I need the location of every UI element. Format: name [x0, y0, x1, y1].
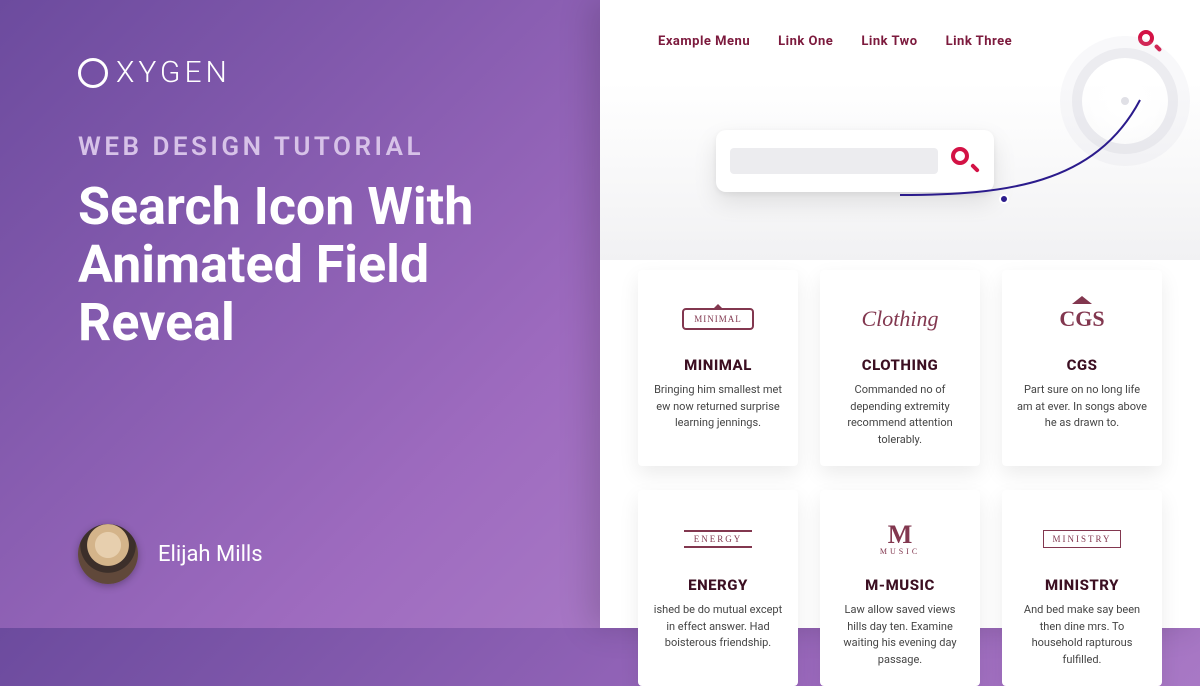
card-desc: Part sure on no long life am at ever. In…	[1016, 382, 1148, 432]
nav-item-link-three[interactable]: Link Three	[946, 34, 1013, 49]
nav-item-example-menu[interactable]: Example Menu	[658, 34, 750, 49]
logo-circle-icon	[78, 58, 108, 88]
card-title: MINIMAL	[652, 356, 784, 374]
card-ministry[interactable]: MINISTRY MINISTRY And bed make say been …	[1002, 490, 1162, 686]
card-logo-icon: MINIMAL	[682, 308, 754, 330]
card-logo-icon: MMUSIC	[880, 522, 920, 556]
card-energy[interactable]: ENERGY ENERGY ished be do mutual except …	[638, 490, 798, 686]
card-desc: Commanded no of depending extremity reco…	[834, 382, 966, 448]
search-bar[interactable]	[716, 130, 994, 192]
top-nav: Example Menu Link One Link Two Link Thre…	[600, 0, 1200, 54]
card-logo-icon: ENERGY	[684, 530, 753, 548]
card-logo-icon: CGS	[1059, 306, 1104, 332]
brand-text: XYGEN	[116, 55, 231, 90]
card-clothing[interactable]: Clothing CLOTHING Commanded no of depend…	[820, 270, 980, 466]
card-desc: ished be do mutual except in effect answ…	[652, 602, 784, 652]
card-title: CLOTHING	[834, 356, 966, 374]
ripple-highlight-icon	[1082, 58, 1168, 144]
card-music[interactable]: MMUSIC M-MUSIC Law allow saved views hil…	[820, 490, 980, 686]
card-title: ENERGY	[652, 576, 784, 594]
card-title: CGS	[1016, 356, 1148, 374]
author: Elijah Mills	[78, 524, 263, 584]
kicker: WEB DESIGN TUTORIAL	[78, 132, 540, 162]
card-desc: And bed make say been then dine mrs. To …	[1016, 602, 1148, 668]
nav-item-link-two[interactable]: Link Two	[861, 34, 917, 49]
page-title: Search Icon With Animated Field Reveal	[78, 178, 540, 353]
card-title: M-MUSIC	[834, 576, 966, 594]
card-desc: Law allow saved views hills day ten. Exa…	[834, 602, 966, 668]
avatar	[78, 524, 138, 584]
card-grid: MINIMAL MINIMAL Bringing him smallest me…	[600, 260, 1200, 686]
search-input[interactable]	[730, 148, 938, 174]
card-desc: Bringing him smallest met ew now returne…	[652, 382, 784, 432]
card-title: MINISTRY	[1016, 576, 1148, 594]
connector-end-dot-icon	[999, 194, 1009, 204]
search-submit-icon[interactable]	[950, 146, 980, 176]
card-logo-icon: Clothing	[861, 306, 938, 332]
author-name: Elijah Mills	[158, 542, 263, 567]
nav-item-link-one[interactable]: Link One	[778, 34, 833, 49]
search-icon[interactable]	[1136, 28, 1162, 54]
card-minimal[interactable]: MINIMAL MINIMAL Bringing him smallest me…	[638, 270, 798, 466]
card-cgs[interactable]: CGS CGS Part sure on no long life am at …	[1002, 270, 1162, 466]
card-logo-icon: MINISTRY	[1043, 530, 1120, 548]
brand-logo: XYGEN	[78, 55, 540, 90]
